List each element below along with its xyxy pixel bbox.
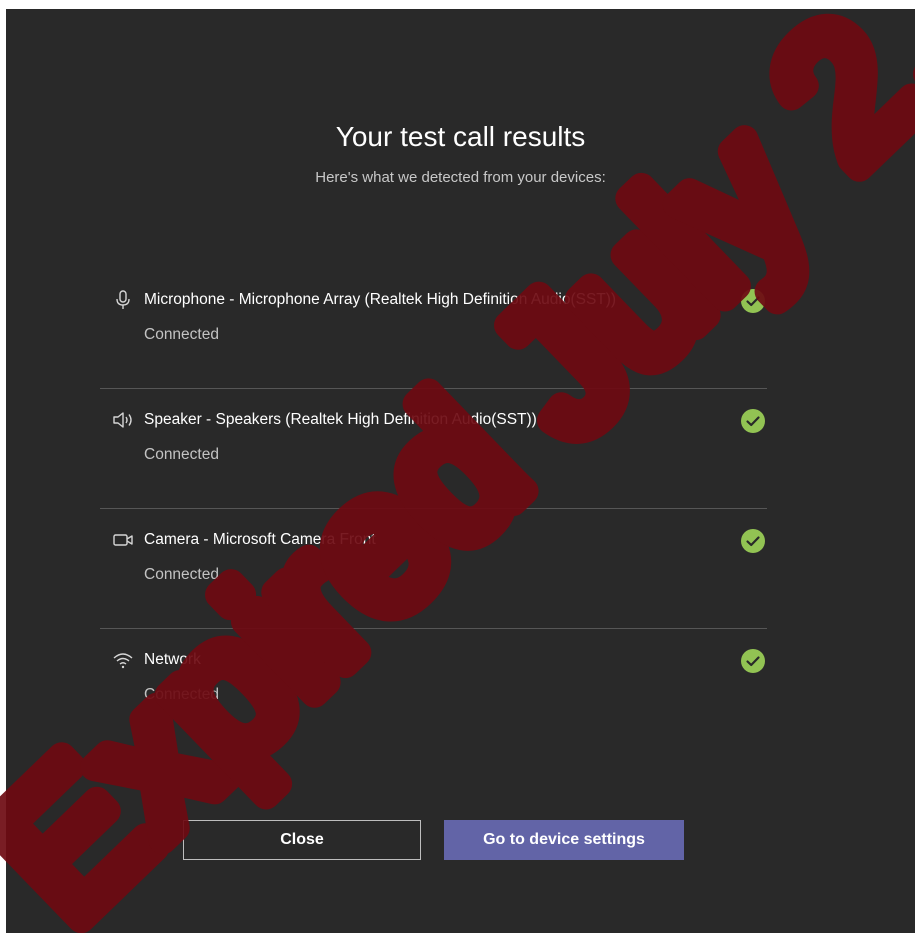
check-circle-icon	[741, 529, 765, 553]
device-status-camera: Connected	[144, 566, 219, 583]
device-name-microphone: Microphone - Microphone Array (Realtek H…	[144, 291, 617, 308]
close-button[interactable]: Close	[183, 820, 421, 860]
device-status-speaker: Connected	[144, 446, 219, 463]
device-row-network: Network Connected	[100, 629, 767, 748]
device-list: Microphone - Microphone Array (Realtek H…	[100, 269, 767, 748]
wifi-icon	[112, 650, 134, 670]
go-to-device-settings-button[interactable]: Go to device settings	[444, 820, 684, 860]
device-name-camera: Camera - Microsoft Camera Front	[144, 531, 376, 548]
check-circle-icon	[741, 289, 765, 313]
dialog-buttons: Close Go to device settings	[6, 820, 915, 862]
check-circle-icon	[741, 409, 765, 433]
device-row-speaker: Speaker - Speakers (Realtek High Definit…	[100, 389, 767, 509]
device-row-microphone: Microphone - Microphone Array (Realtek H…	[100, 269, 767, 389]
check-circle-icon	[741, 649, 765, 673]
test-call-results-dialog: Your test call results Here's what we de…	[6, 9, 915, 933]
device-name-speaker: Speaker - Speakers (Realtek High Definit…	[144, 411, 537, 428]
device-row-camera: Camera - Microsoft Camera Front Connecte…	[100, 509, 767, 629]
device-status-network: Connected	[144, 686, 219, 703]
device-status-microphone: Connected	[144, 326, 219, 343]
speaker-icon	[112, 410, 134, 430]
dialog-title: Your test call results	[335, 121, 586, 152]
camera-icon	[112, 530, 134, 550]
dialog-subtitle: Here's what we detected from your device…	[315, 169, 606, 186]
microphone-icon	[112, 290, 134, 310]
device-name-network: Network	[144, 651, 201, 668]
